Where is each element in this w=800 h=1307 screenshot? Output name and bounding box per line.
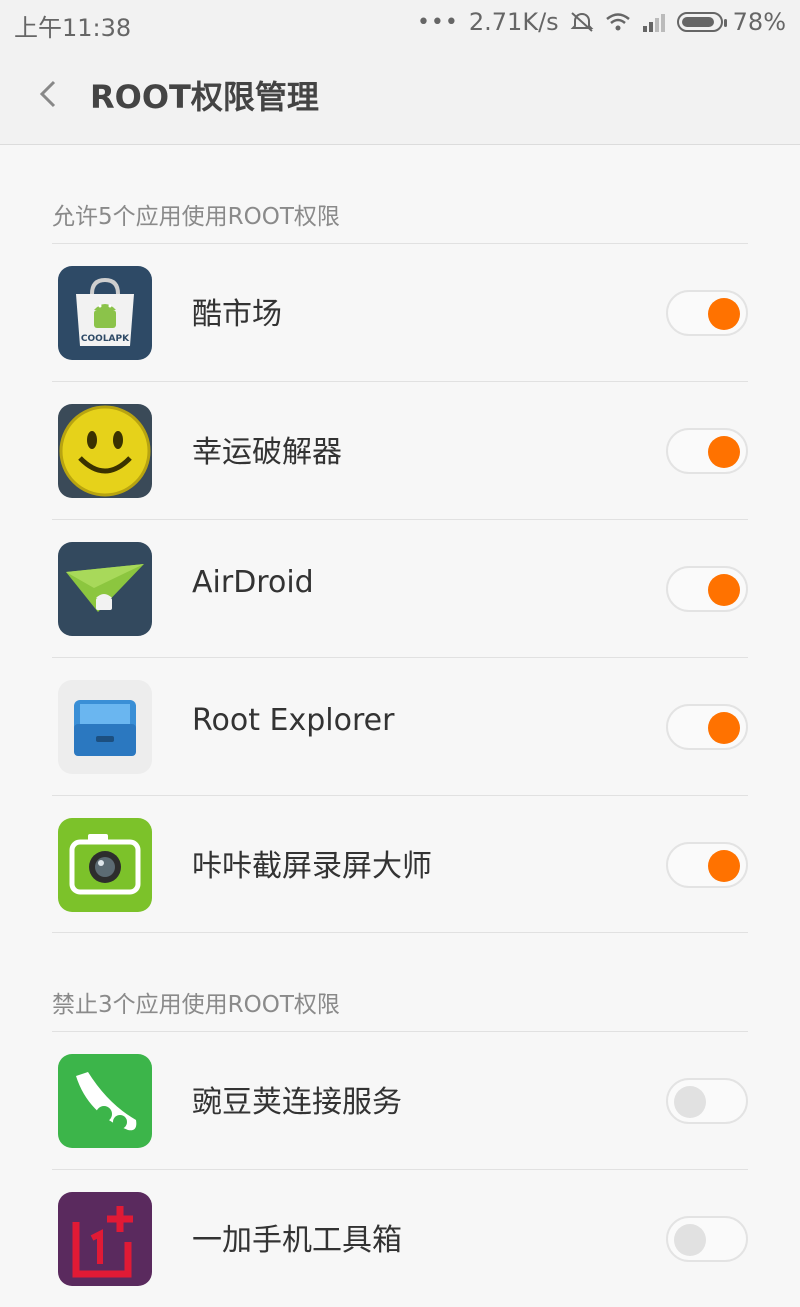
battery-percent: 78% — [732, 8, 786, 36]
status-right: ••• 2.71K/s 78% — [417, 8, 786, 36]
coolapk-logo-text: COOLAPK — [81, 334, 130, 344]
app-row-coolapk: COOLAPK 酷市场 — [0, 244, 800, 381]
network-speed: 2.71K/s — [468, 8, 559, 36]
title-bar: ROOT权限管理 — [0, 46, 800, 145]
status-bar: 上午11:38 ••• 2.71K/s 78% — [0, 0, 800, 46]
app-name: AirDroid — [192, 565, 314, 600]
wifi-icon — [605, 13, 630, 31]
toggle-knob — [708, 574, 740, 606]
toggle-knob — [708, 712, 740, 744]
app-name: 幸运破解器 — [192, 435, 342, 470]
root-toggle-airdroid[interactable] — [666, 566, 748, 612]
allowed-section-title: 允许5个应用使用ROOT权限 — [52, 204, 340, 230]
toggle-knob — [674, 1086, 706, 1118]
toggle-knob — [708, 298, 740, 330]
root-toggle-wandoujia[interactable] — [666, 1078, 748, 1124]
alarm-off-icon — [570, 12, 594, 32]
app-name: 豌豆荚连接服务 — [192, 1085, 402, 1120]
signal-icon — [642, 14, 665, 32]
root-explorer-icon — [58, 680, 152, 774]
screenshot-camera-icon — [58, 818, 152, 912]
app-row-wandoujia: 豌豆荚连接服务 — [0, 1032, 800, 1169]
chevron-left-icon[interactable] — [30, 74, 70, 114]
status-time: 上午11:38 — [14, 14, 132, 42]
app-row-airdroid: AirDroid — [0, 520, 800, 657]
toggle-knob — [674, 1224, 706, 1256]
oneplus-toolbox-icon — [58, 1192, 152, 1286]
airdroid-icon — [58, 542, 152, 636]
root-toggle-oneplus-toolbox[interactable] — [666, 1216, 748, 1262]
toggle-knob — [708, 436, 740, 468]
coolapk-icon: COOLAPK — [58, 266, 152, 360]
root-toggle-lucky-patcher[interactable] — [666, 428, 748, 474]
divider — [52, 932, 748, 933]
app-name: Root Explorer — [192, 703, 395, 738]
page-title: ROOT权限管理 — [90, 78, 319, 116]
denied-section-title: 禁止3个应用使用ROOT权限 — [52, 992, 340, 1018]
app-row-root-explorer: Root Explorer — [0, 658, 800, 795]
root-toggle-screenshot-master[interactable] — [666, 842, 748, 888]
app-row-lucky-patcher: 幸运破解器 — [0, 382, 800, 519]
toggle-knob — [708, 850, 740, 882]
root-toggle-root-explorer[interactable] — [666, 704, 748, 750]
app-name: 咔咔截屏录屏大师 — [192, 849, 432, 884]
root-toggle-coolapk[interactable] — [666, 290, 748, 336]
more-dots-icon: ••• — [416, 9, 459, 35]
app-name: 一加手机工具箱 — [192, 1223, 402, 1258]
app-name: 酷市场 — [192, 297, 282, 332]
wandoujia-icon — [58, 1054, 152, 1148]
battery-icon — [676, 12, 727, 32]
lucky-patcher-icon — [58, 404, 152, 498]
app-row-oneplus-toolbox: 一加手机工具箱 — [0, 1170, 800, 1307]
app-row-screenshot-master: 咔咔截屏录屏大师 — [0, 796, 800, 933]
